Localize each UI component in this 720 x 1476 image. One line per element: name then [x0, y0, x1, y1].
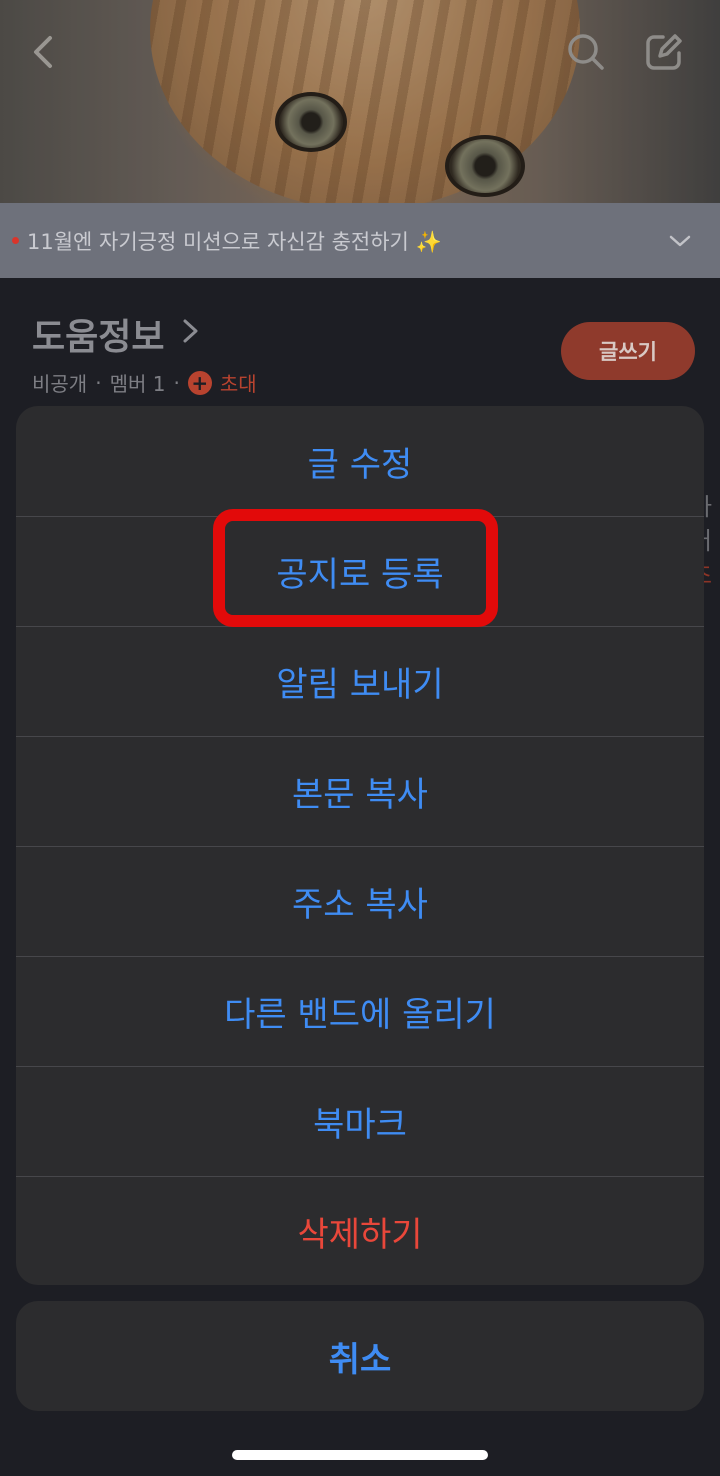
- compose-button[interactable]: [642, 30, 686, 74]
- chevron-right-icon[interactable]: [180, 318, 202, 344]
- separator: ·: [95, 370, 102, 395]
- write-post-button[interactable]: 글쓰기: [561, 322, 695, 380]
- separator: ·: [173, 370, 180, 395]
- back-button[interactable]: [22, 30, 66, 74]
- share-to-other-band-option[interactable]: 다른 밴드에 올리기: [16, 956, 704, 1066]
- visibility-label: 비공개: [32, 372, 88, 396]
- band-meta: 비공개 · 멤버 1 · + 초대: [32, 368, 257, 397]
- home-indicator: [232, 1450, 488, 1460]
- delete-option[interactable]: 삭제하기: [16, 1176, 704, 1285]
- band-title[interactable]: 도움정보: [32, 308, 164, 360]
- copy-body-option[interactable]: 본문 복사: [16, 736, 704, 846]
- compose-icon: [646, 34, 682, 70]
- action-sheet: 글 수정 공지로 등록 알림 보내기 본문 복사 주소 복사 다른 밴드에 올리…: [16, 406, 704, 1285]
- notice-banner[interactable]: 11월엔 자기긍정 미션으로 자신감 충전하기 ✨: [0, 203, 720, 278]
- chevron-down-icon[interactable]: [668, 229, 692, 253]
- search-icon: [568, 34, 604, 70]
- bookmark-option[interactable]: 북마크: [16, 1066, 704, 1176]
- notice-dot: [12, 237, 19, 244]
- cancel-button[interactable]: 취소: [16, 1301, 704, 1411]
- edit-post-option[interactable]: 글 수정: [16, 406, 704, 516]
- chevron-left-icon: [34, 36, 52, 68]
- copy-address-option[interactable]: 주소 복사: [16, 846, 704, 956]
- invite-link[interactable]: 초대: [220, 368, 257, 397]
- screen: 11월엔 자기긍정 미션으로 자신감 충전하기 ✨ 도움정보 비공개 · 멤버 …: [0, 0, 720, 1476]
- send-notification-option[interactable]: 알림 보내기: [16, 626, 704, 736]
- register-as-notice-option[interactable]: 공지로 등록: [16, 516, 704, 626]
- member-count[interactable]: 멤버 1: [110, 368, 166, 397]
- band-cover-image: [0, 0, 720, 203]
- notice-text: 11월엔 자기긍정 미션으로 자신감 충전하기 ✨: [27, 229, 442, 254]
- search-button[interactable]: [564, 30, 608, 74]
- plus-icon[interactable]: +: [187, 370, 212, 395]
- band-info: 도움정보 비공개 · 멤버 1 · + 초대 글쓰기: [0, 278, 720, 408]
